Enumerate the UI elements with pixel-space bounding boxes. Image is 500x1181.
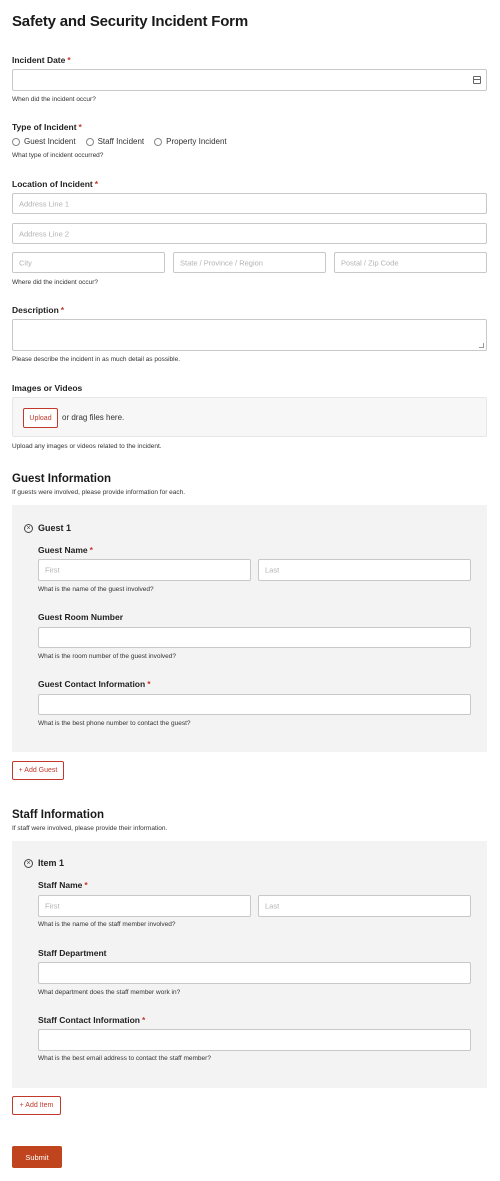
address-line1-input[interactable]: Address Line 1 — [12, 193, 487, 214]
city-placeholder: City — [19, 258, 32, 267]
incident-type-label: Type of Incident * — [12, 122, 82, 132]
state-placeholder: State / Province / Region — [180, 258, 263, 267]
staff-section-title: Staff Information — [12, 809, 104, 821]
guest-room-help: What is the room number of the guest inv… — [38, 653, 177, 660]
radio-circle[interactable] — [154, 137, 163, 146]
guest-contact-help: What is the best phone number to contact… — [38, 720, 191, 727]
remove-item-icon[interactable]: × — [24, 523, 33, 533]
staff-name-help: What is the name of the staff member inv… — [38, 921, 176, 928]
description-label: Description * — [12, 305, 65, 315]
staff-first-name-input[interactable]: First — [38, 895, 251, 917]
staff-dept-label: Staff Department — [38, 948, 107, 958]
incident-type-help: What type of incident occurred? — [12, 152, 104, 159]
upload-button[interactable]: Upload — [23, 408, 58, 428]
staff-item-panel: × Item 1 Staff Name * First Last What is … — [12, 841, 487, 1088]
last-placeholder: Last — [265, 565, 280, 575]
description-help: Please describe the incident in as much … — [12, 356, 181, 363]
staff-contact-label: Staff Contact Information * — [38, 1015, 146, 1025]
guest-item-panel: × Guest 1 Guest Name * First Last What is… — [12, 505, 487, 752]
guest-contact-input[interactable] — [38, 694, 471, 715]
media-label: Images or Videos — [12, 383, 83, 393]
staff-item-title: Item 1 — [38, 858, 65, 868]
city-input[interactable]: City — [12, 252, 165, 273]
guest-item-header: × Guest 1 — [24, 523, 71, 533]
description-textarea[interactable] — [12, 319, 487, 351]
zip-input[interactable]: Postal / Zip Code — [334, 252, 487, 273]
incident-date-help: When did the incident occur? — [12, 96, 96, 103]
staff-dept-help: What department does the staff member wo… — [38, 989, 181, 996]
incident-type-options: Guest Incident Staff Incident Property I… — [12, 137, 227, 146]
incident-date-label: Incident Date * — [12, 55, 71, 65]
staff-section-subtitle: If staff were involved, please provide t… — [12, 825, 168, 832]
guest-first-name-input[interactable]: First — [38, 559, 251, 581]
submit-button[interactable]: Submit — [12, 1146, 62, 1168]
staff-contact-input[interactable] — [38, 1029, 471, 1051]
remove-item-icon[interactable]: × — [24, 858, 33, 868]
calendar-icon[interactable] — [473, 76, 481, 84]
guest-contact-label: Guest Contact Information * — [38, 679, 151, 689]
first-placeholder: First — [45, 565, 60, 575]
staff-dept-input[interactable] — [38, 962, 471, 984]
zip-placeholder: Postal / Zip Code — [341, 258, 399, 267]
incident-date-input[interactable] — [12, 69, 487, 91]
address-line2-input[interactable]: Address Line 2 — [12, 223, 487, 244]
media-help: Upload any images or videos related to t… — [12, 443, 162, 450]
guest-room-label: Guest Room Number — [38, 612, 124, 622]
guest-item-title: Guest 1 — [38, 523, 72, 533]
staff-contact-help: What is the best email address to contac… — [38, 1055, 211, 1062]
guest-last-name-input[interactable]: Last — [258, 559, 471, 581]
state-input[interactable]: State / Province / Region — [173, 252, 326, 273]
guest-name-help: What is the name of the guest involved? — [38, 586, 154, 593]
location-label: Location of Incident * — [12, 179, 99, 189]
staff-item-header: × Item 1 — [24, 858, 64, 868]
address-line1-placeholder: Address Line 1 — [19, 199, 70, 208]
first-placeholder: First — [45, 901, 60, 911]
add-guest-button[interactable]: + Add Guest — [12, 761, 64, 780]
staff-name-label: Staff Name * — [38, 880, 88, 890]
guest-name-label: Guest Name * — [38, 545, 93, 555]
radio-property-incident[interactable]: Property Incident — [154, 137, 227, 146]
guest-room-input[interactable] — [38, 627, 471, 648]
add-item-button[interactable]: + Add Item — [12, 1096, 61, 1115]
radio-circle[interactable] — [12, 137, 20, 146]
radio-circle[interactable] — [85, 137, 94, 146]
radio-guest-incident[interactable]: Guest Incident — [12, 137, 76, 146]
staff-last-name-input[interactable]: Last — [258, 895, 471, 917]
last-placeholder: Last — [265, 901, 280, 911]
radio-staff-incident[interactable]: Staff Incident — [85, 137, 144, 146]
resize-grip-icon[interactable] — [479, 343, 484, 348]
address-line2-placeholder: Address Line 2 — [19, 229, 70, 238]
guest-section-title: Guest Information — [12, 473, 112, 485]
drag-files-text: or drag files here. — [62, 413, 125, 422]
location-help: Where did the incident occur? — [12, 279, 98, 286]
file-drop-zone[interactable]: Upload or drag files here. — [12, 397, 487, 437]
guest-section-subtitle: If guests were involved, please provide … — [12, 489, 186, 496]
page-title: Safety and Security Incident Form — [12, 13, 248, 30]
